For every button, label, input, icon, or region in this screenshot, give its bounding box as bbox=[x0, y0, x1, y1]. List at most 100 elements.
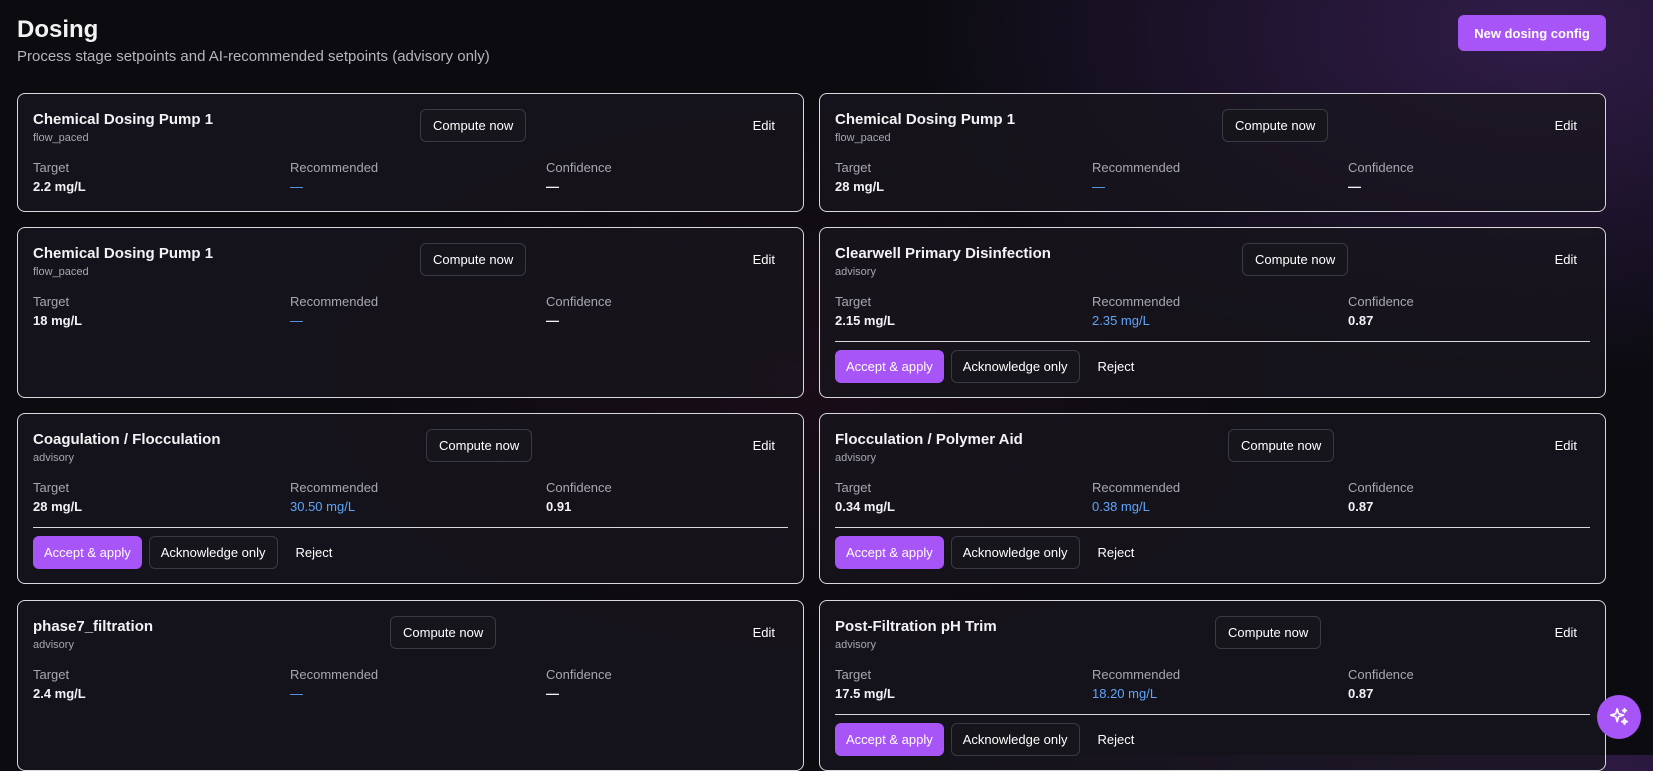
accept-apply-button[interactable]: Accept & apply bbox=[33, 536, 142, 569]
confidence-metric: Confidence — bbox=[546, 294, 612, 329]
confidence-metric: Confidence 0.87 bbox=[1348, 294, 1414, 329]
recommended-label: Recommended bbox=[290, 480, 379, 495]
dosing-card: Clearwell Primary Disinfection advisory … bbox=[819, 227, 1606, 398]
recommended-metric: Recommended — bbox=[290, 160, 378, 195]
compute-now-button[interactable]: Compute now bbox=[420, 109, 527, 142]
recommended-metric: Recommended — bbox=[290, 667, 378, 702]
acknowledge-only-button[interactable]: Acknowledge only bbox=[148, 536, 278, 569]
confidence-value: — bbox=[546, 686, 559, 701]
compute-now-button[interactable]: Compute now bbox=[1242, 243, 1349, 276]
reject-button[interactable]: Reject bbox=[1087, 723, 1146, 756]
card-mode: flow_paced bbox=[33, 132, 89, 144]
target-label: Target bbox=[835, 480, 872, 495]
page-subtitle: Process stage setpoints and AI-recommend… bbox=[17, 48, 490, 65]
edit-button[interactable]: Edit bbox=[743, 429, 785, 462]
edit-button[interactable]: Edit bbox=[743, 109, 785, 142]
confidence-label: Confidence bbox=[1348, 480, 1414, 495]
compute-now-button[interactable]: Compute now bbox=[420, 243, 527, 276]
confidence-metric: Confidence 0.91 bbox=[546, 480, 612, 515]
confidence-metric: Confidence 0.87 bbox=[1348, 480, 1414, 515]
target-metric: Target 17.5 mg/L bbox=[835, 667, 895, 702]
compute-now-button[interactable]: Compute now bbox=[426, 429, 533, 462]
recommendation-actions: Accept & apply Acknowledge only Reject bbox=[835, 350, 1145, 383]
page-title: Dosing bbox=[17, 16, 99, 43]
confidence-label: Confidence bbox=[1348, 160, 1414, 175]
edit-button[interactable]: Edit bbox=[743, 616, 785, 649]
confidence-metric: Confidence 0.87 bbox=[1348, 667, 1414, 702]
accept-apply-button[interactable]: Accept & apply bbox=[835, 536, 944, 569]
dosing-card: Coagulation / Flocculation advisory Comp… bbox=[17, 413, 804, 584]
target-value: 17.5 mg/L bbox=[835, 686, 895, 701]
card-title: Clearwell Primary Disinfection bbox=[835, 245, 1051, 262]
confidence-label: Confidence bbox=[1348, 667, 1414, 682]
acknowledge-only-button[interactable]: Acknowledge only bbox=[950, 536, 1080, 569]
recommendation-actions: Accept & apply Acknowledge only Reject bbox=[835, 536, 1145, 569]
recommended-value: — bbox=[290, 179, 303, 194]
confidence-value: 0.87 bbox=[1348, 313, 1374, 328]
card-divider bbox=[835, 714, 1590, 715]
edit-button[interactable]: Edit bbox=[1545, 243, 1587, 276]
edit-button[interactable]: Edit bbox=[1545, 109, 1587, 142]
recommended-label: Recommended bbox=[290, 160, 379, 175]
acknowledge-only-button[interactable]: Acknowledge only bbox=[950, 350, 1080, 383]
recommendation-actions: Accept & apply Acknowledge only Reject bbox=[835, 723, 1145, 756]
card-mode: advisory bbox=[33, 639, 74, 651]
edit-button[interactable]: Edit bbox=[1545, 429, 1587, 462]
new-dosing-config-button[interactable]: New dosing config bbox=[1458, 15, 1606, 51]
recommended-metric: Recommended — bbox=[290, 294, 378, 329]
recommended-value: 18.20 mg/L bbox=[1092, 686, 1158, 701]
recommended-label: Recommended bbox=[290, 667, 379, 682]
recommended-metric: Recommended 18.20 mg/L bbox=[1092, 667, 1180, 702]
dosing-card: Post-Filtration pH Trim advisory Compute… bbox=[819, 600, 1606, 771]
confidence-value: — bbox=[546, 313, 559, 328]
card-title: phase7_filtration bbox=[33, 618, 154, 635]
card-mode: advisory bbox=[33, 452, 74, 464]
compute-now-button[interactable]: Compute now bbox=[390, 616, 497, 649]
target-value: 2.15 mg/L bbox=[835, 313, 895, 328]
recommended-value: 30.50 mg/L bbox=[290, 499, 356, 514]
confidence-value: 0.87 bbox=[1348, 499, 1374, 514]
confidence-value: — bbox=[1348, 179, 1361, 194]
target-label: Target bbox=[835, 160, 872, 175]
reject-button[interactable]: Reject bbox=[1087, 536, 1146, 569]
compute-now-button[interactable]: Compute now bbox=[1228, 429, 1335, 462]
confidence-value: — bbox=[546, 179, 559, 194]
target-value: 2.2 mg/L bbox=[33, 179, 86, 194]
edit-button[interactable]: Edit bbox=[1545, 616, 1587, 649]
recommended-value: — bbox=[290, 686, 303, 701]
dosing-card: phase7_filtration advisory Compute now E… bbox=[17, 600, 804, 771]
target-label: Target bbox=[835, 667, 872, 682]
recommended-value: 2.35 mg/L bbox=[1092, 313, 1150, 328]
card-mode: advisory bbox=[835, 266, 876, 278]
confidence-label: Confidence bbox=[1348, 294, 1414, 309]
card-divider bbox=[835, 341, 1590, 342]
confidence-label: Confidence bbox=[546, 667, 612, 682]
recommendation-actions: Accept & apply Acknowledge only Reject bbox=[33, 536, 343, 569]
confidence-metric: Confidence — bbox=[546, 667, 612, 702]
target-metric: Target 2.4 mg/L bbox=[33, 667, 86, 702]
reject-button[interactable]: Reject bbox=[285, 536, 344, 569]
compute-now-button[interactable]: Compute now bbox=[1222, 109, 1329, 142]
target-metric: Target 0.34 mg/L bbox=[835, 480, 895, 515]
acknowledge-only-button[interactable]: Acknowledge only bbox=[950, 723, 1080, 756]
ai-assistant-button[interactable] bbox=[1597, 695, 1641, 739]
target-value: 18 mg/L bbox=[33, 313, 83, 328]
card-title: Chemical Dosing Pump 1 bbox=[33, 245, 214, 262]
card-mode: advisory bbox=[835, 639, 876, 651]
confidence-label: Confidence bbox=[546, 160, 612, 175]
dosing-card: Chemical Dosing Pump 1 flow_paced Comput… bbox=[819, 93, 1606, 212]
card-mode: flow_paced bbox=[835, 132, 891, 144]
confidence-label: Confidence bbox=[546, 294, 612, 309]
target-label: Target bbox=[33, 667, 70, 682]
recommended-value: — bbox=[1092, 179, 1105, 194]
accept-apply-button[interactable]: Accept & apply bbox=[835, 350, 944, 383]
compute-now-button[interactable]: Compute now bbox=[1215, 616, 1322, 649]
reject-button[interactable]: Reject bbox=[1087, 350, 1146, 383]
accept-apply-button[interactable]: Accept & apply bbox=[835, 723, 944, 756]
recommended-metric: Recommended 0.38 mg/L bbox=[1092, 480, 1180, 515]
edit-button[interactable]: Edit bbox=[743, 243, 785, 276]
dosing-card: Flocculation / Polymer Aid advisory Comp… bbox=[819, 413, 1606, 584]
card-title: Chemical Dosing Pump 1 bbox=[835, 111, 1016, 128]
confidence-metric: Confidence — bbox=[546, 160, 612, 195]
recommended-label: Recommended bbox=[290, 294, 379, 309]
